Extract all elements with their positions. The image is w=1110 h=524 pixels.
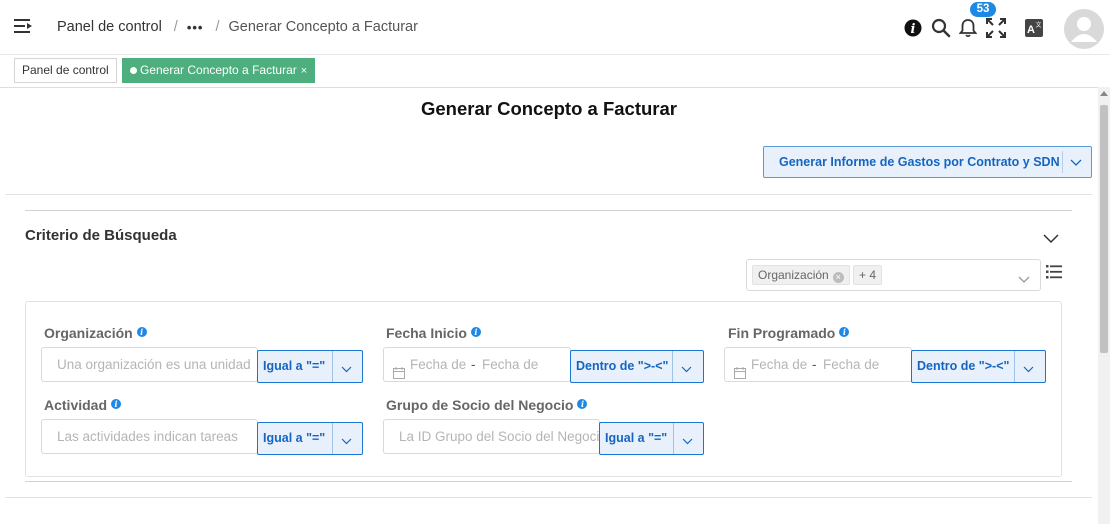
svg-text:i: i <box>911 22 916 37</box>
filter-select[interactable]: Organización × + 4 <box>746 259 1041 291</box>
organizacion-operator-select[interactable]: Igual a "=" <box>257 350 363 383</box>
tab-strip: Panel de control Generar Concepto a Fact… <box>0 55 1110 87</box>
vertical-scrollbar[interactable] <box>1098 87 1110 524</box>
calendar-icon <box>393 358 405 381</box>
scroll-up-arrow-icon[interactable] <box>1100 91 1108 96</box>
divider <box>5 497 1092 498</box>
fecha-inicio-to[interactable]: Fecha desde <box>482 348 538 381</box>
breadcrumb-more[interactable]: ••• <box>187 20 204 35</box>
info-icon[interactable]: i <box>904 19 922 42</box>
section-title: Criterio de Búsqueda <box>25 227 177 244</box>
actividad-input[interactable]: Las actividades indican tareas <box>41 419 258 454</box>
fin-programado-range[interactable]: Fecha desde - Fecha desde <box>724 347 912 382</box>
fecha-inicio-operator-select[interactable]: Dentro de ">-<" <box>570 350 704 383</box>
fin-programado-to[interactable]: Fecha desde <box>823 348 879 381</box>
chevron-down-icon[interactable] <box>682 434 693 448</box>
translate-icon[interactable]: A 文 <box>1025 19 1043 42</box>
info-icon[interactable]: i <box>136 327 147 337</box>
fin-programado-from[interactable]: Fecha desde <box>751 348 807 381</box>
field-label-grupo-socio: Grupo de Socio del Negocio i <box>386 397 588 413</box>
divider <box>25 481 1072 482</box>
scrollbar-thumb[interactable] <box>1100 105 1108 353</box>
field-label-organizacion: Organización i <box>44 325 147 341</box>
fecha-inicio-range[interactable]: Fecha desde - Fecha desde <box>383 347 571 382</box>
filter-chip: Organización × <box>752 265 850 285</box>
report-button[interactable]: Generar Informe de Gastos por Contrato y… <box>763 146 1092 178</box>
svg-text:A: A <box>1027 24 1035 36</box>
chevron-down-icon[interactable] <box>1023 362 1034 376</box>
remove-chip-icon[interactable]: × <box>832 272 844 283</box>
close-icon[interactable]: × <box>301 65 307 77</box>
notification-badge: 53 <box>970 2 996 17</box>
divider <box>332 423 333 454</box>
organizacion-input[interactable]: Una organización es una unidad <box>41 347 258 382</box>
page-title: Generar Concepto a Facturar <box>421 98 677 119</box>
actividad-operator-select[interactable]: Igual a "=" <box>257 422 363 455</box>
label-text: Organización <box>44 325 133 341</box>
divider <box>332 351 333 382</box>
divider <box>673 423 674 454</box>
menu-icon[interactable] <box>14 18 34 36</box>
range-separator: - <box>471 357 476 372</box>
breadcrumb-home[interactable]: Panel de control <box>57 19 162 35</box>
collapse-chevron-icon[interactable] <box>1043 231 1059 249</box>
chip-label: Organización <box>758 268 829 282</box>
divider <box>25 210 1072 211</box>
breadcrumb-current: Generar Concepto a Facturar <box>228 19 418 35</box>
avatar[interactable] <box>1064 9 1104 49</box>
info-icon[interactable]: i <box>839 327 850 337</box>
svg-text:文: 文 <box>1035 21 1041 29</box>
info-icon[interactable]: i <box>577 399 588 409</box>
report-button-label: Generar Informe de Gastos por Contrato y… <box>779 155 1060 169</box>
label-text: Actividad <box>44 397 108 413</box>
divider <box>1062 151 1063 173</box>
chevron-down-icon[interactable] <box>341 362 352 376</box>
breadcrumb-separator: / <box>215 19 220 35</box>
label-text: Grupo de Socio del Negocio <box>386 397 574 413</box>
range-separator: - <box>812 357 817 372</box>
label-text: Fecha Inicio <box>386 325 467 341</box>
tab-panel-de-control[interactable]: Panel de control <box>14 58 117 83</box>
breadcrumb-separator: / <box>173 19 178 35</box>
chevron-down-icon[interactable] <box>1070 156 1082 170</box>
label-text: Fin Programado <box>728 325 836 341</box>
grupo-socio-operator-select[interactable]: Igual a "=" <box>599 422 704 455</box>
field-label-actividad: Actividad i <box>44 397 122 413</box>
search-criteria-panel: Organización i Una organización es una un… <box>25 301 1062 477</box>
divider <box>672 351 673 382</box>
top-bar: Panel de control / ••• / Generar Concept… <box>0 0 1110 55</box>
breadcrumb: Panel de control / ••• / Generar Concept… <box>57 19 418 35</box>
divider <box>5 194 1092 195</box>
chevron-down-icon[interactable] <box>1018 271 1030 289</box>
operator-label: Igual a "=" <box>605 431 668 445</box>
active-dot-icon <box>130 67 137 74</box>
calendar-icon <box>734 358 746 381</box>
grupo-socio-input[interactable]: La ID Grupo del Socio del Negocio <box>383 419 600 454</box>
chevron-down-icon[interactable] <box>681 362 692 376</box>
info-icon[interactable]: i <box>470 327 481 337</box>
fin-programado-operator-select[interactable]: Dentro de ">-<" <box>911 350 1046 383</box>
search-icon[interactable] <box>931 18 951 43</box>
info-icon[interactable]: i <box>111 399 122 409</box>
tab-generar-concepto[interactable]: Generar Concepto a Facturar × <box>122 58 316 83</box>
operator-label: Dentro de ">-<" <box>576 359 669 373</box>
tab-label: Panel de control <box>22 63 109 77</box>
field-label-fecha-inicio: Fecha Inicio i <box>386 325 481 341</box>
chevron-down-icon[interactable] <box>341 434 352 448</box>
more-filters-chip: + 4 <box>853 265 883 285</box>
operator-label: Igual a "=" <box>263 359 326 373</box>
field-label-fin-programado: Fin Programado i <box>728 325 850 341</box>
bell-icon[interactable] <box>958 18 978 43</box>
fullscreen-icon[interactable] <box>986 18 1006 43</box>
tab-label: Generar Concepto a Facturar <box>140 63 297 77</box>
list-icon[interactable] <box>1046 264 1062 285</box>
fecha-inicio-from[interactable]: Fecha desde <box>410 348 466 381</box>
divider <box>1014 351 1015 382</box>
operator-label: Dentro de ">-<" <box>917 359 1010 373</box>
operator-label: Igual a "=" <box>263 431 326 445</box>
main-content: Generar Concepto a Facturar Generar Info… <box>0 87 1098 524</box>
